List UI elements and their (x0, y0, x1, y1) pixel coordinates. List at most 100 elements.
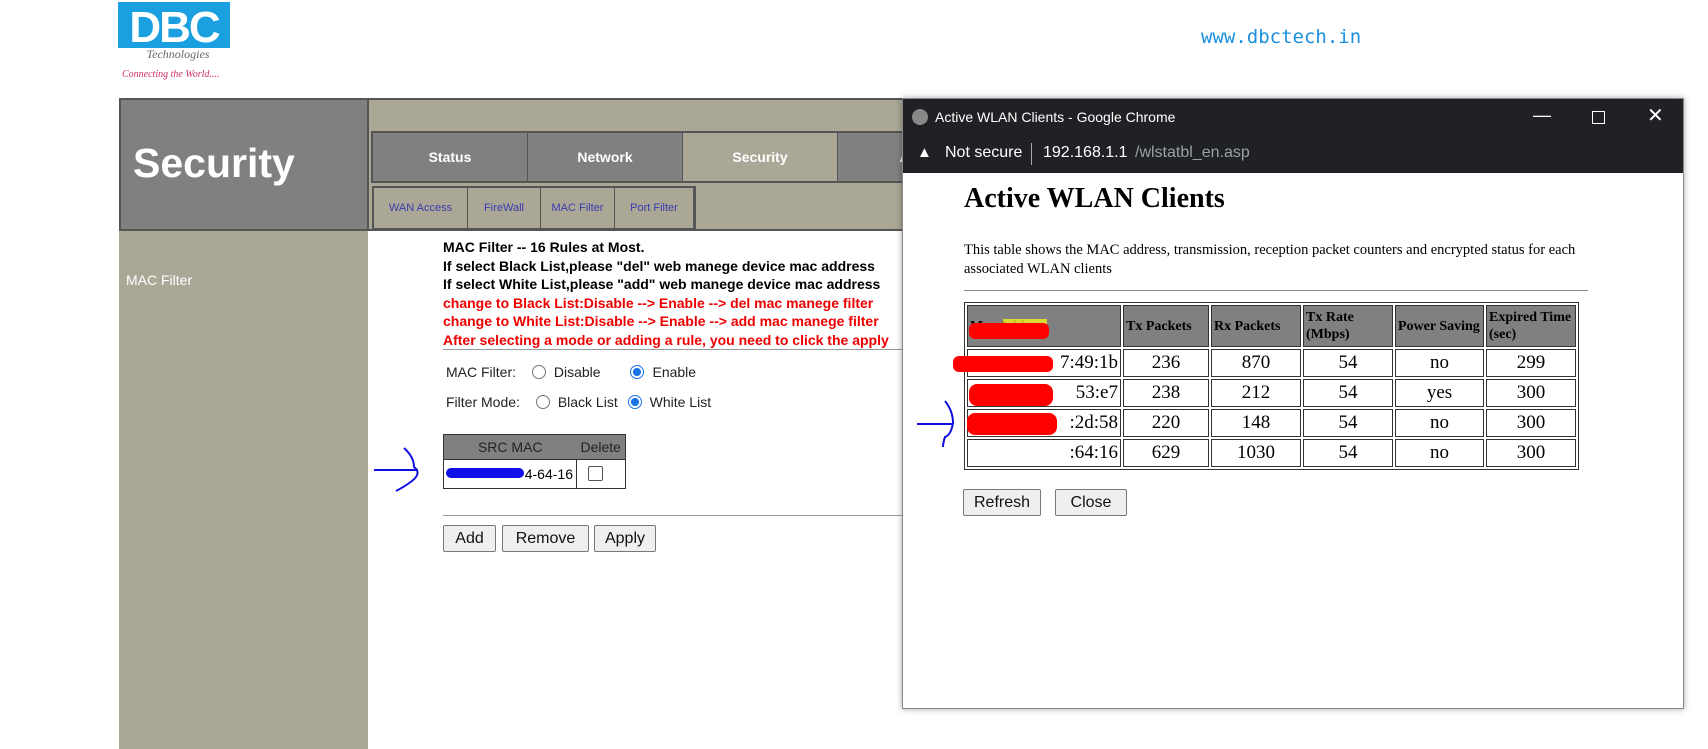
col-tx-packets: Tx Packets (1123, 305, 1209, 347)
tx-cell: 236 (1123, 349, 1209, 377)
filter-mode-label: Filter Mode: (446, 394, 520, 410)
mac-filter-label: MAC Filter: (446, 364, 516, 380)
mac-cell: :64:16 (967, 439, 1121, 467)
annotation-arrow-icon (374, 447, 419, 492)
table-row: 53:e7 238 212 54 yes 300 (967, 379, 1576, 407)
filter-mode-row: Filter Mode: Black List White List (446, 394, 711, 410)
divider (443, 515, 904, 516)
white-list-label: White List (649, 394, 712, 410)
redaction-mark (969, 323, 1049, 339)
page-title: Active WLAN Clients (964, 183, 1225, 214)
redaction-mark (446, 468, 524, 478)
maximize-icon[interactable] (1592, 111, 1605, 124)
black-list-radio[interactable] (535, 395, 550, 409)
nav-area: Status Network Security Appl WAN Access … (369, 98, 995, 231)
enable-label: Enable (652, 364, 697, 380)
black-list-label: Black List (557, 394, 618, 410)
url-path: /wlstatbl_en.asp (1135, 144, 1250, 161)
annotation-arrow-icon (917, 400, 955, 448)
tab-security[interactable]: Security (683, 133, 838, 181)
rate-cell: 54 (1303, 379, 1393, 407)
col-tx-rate: Tx Rate (Mbps) (1303, 305, 1393, 347)
expired-cell: 300 (1486, 379, 1576, 407)
subtab-port-filter[interactable]: Port Filter (615, 188, 694, 228)
rx-cell: 148 (1211, 409, 1301, 437)
redaction-mark (969, 384, 1053, 406)
rx-cell: 870 (1211, 349, 1301, 377)
divider (443, 349, 904, 350)
tab-status[interactable]: Status (373, 133, 528, 181)
rx-cell: 1030 (1211, 439, 1301, 467)
section-header: Security (119, 98, 369, 231)
expired-cell: 299 (1486, 349, 1576, 377)
url-host: 192.168.1.1 (1043, 144, 1128, 161)
tx-cell: 629 (1123, 439, 1209, 467)
note-line: After selecting a mode or adding a rule,… (443, 331, 889, 348)
warning-icon: ▲ (917, 144, 932, 161)
dbc-logo: DBC Technologies Connecting the World...… (118, 2, 253, 84)
wlan-clients-window: Active WLAN Clients - Google Chrome — ✕ … (902, 98, 1684, 709)
mac-filter-notes: MAC Filter -- 16 Rules at Most. If selec… (443, 238, 903, 349)
svg-text:Connecting the World....: Connecting the World.... (122, 69, 219, 80)
table-row: 7:49:1b 236 870 54 no 299 (967, 349, 1576, 377)
svg-text:Technologies: Technologies (147, 47, 210, 61)
disable-label: Disable (553, 364, 601, 380)
mac-rules-table: SRC MAC Delete 4-64-16 (443, 434, 626, 489)
power-cell: yes (1395, 379, 1484, 407)
subtab-mac-filter[interactable]: MAC Filter (541, 188, 615, 228)
sidebar-item-mac-filter[interactable]: MAC Filter (126, 272, 192, 288)
power-cell: no (1395, 439, 1484, 467)
security-label[interactable]: Not secure (945, 144, 1022, 162)
window-title: Active WLAN Clients - Google Chrome (935, 109, 1176, 125)
table-row: :64:16 629 1030 54 no 300 (967, 439, 1576, 467)
remove-button[interactable]: Remove (502, 525, 589, 552)
separator (1031, 143, 1032, 165)
page-description: This table shows the MAC address, transm… (964, 242, 1576, 277)
site-url[interactable]: www.dbctech.in (1201, 26, 1361, 48)
title-bar: Active WLAN Clients - Google Chrome — ✕ (903, 99, 1683, 136)
note-line: change to Black List:Disable --> Enable … (443, 294, 874, 311)
subtab-wan-access[interactable]: WAN Access (374, 188, 468, 228)
note-line: If select White List,please "add" web ma… (443, 276, 881, 292)
rate-cell: 54 (1303, 349, 1393, 377)
apply-button[interactable]: Apply (594, 525, 656, 552)
subtab-firewall[interactable]: FireWall (468, 188, 541, 228)
wlan-clients-table: Mac Address Tx Packets Rx Packets Tx Rat… (964, 302, 1579, 470)
rx-cell: 212 (1211, 379, 1301, 407)
address-bar[interactable]: ▲ Not secure 192.168.1.1 /wlstatbl_en.as… (903, 136, 1683, 173)
rate-cell: 54 (1303, 439, 1393, 467)
redaction-mark (953, 356, 1053, 372)
note-line: change to White List:Disable --> Enable … (443, 313, 879, 329)
mac-filter-row: MAC Filter: Disable Enable (446, 364, 696, 380)
col-power-saving: Power Saving (1395, 305, 1484, 347)
close-button[interactable]: Close (1055, 489, 1127, 516)
col-delete: Delete (576, 434, 626, 460)
tx-cell: 220 (1123, 409, 1209, 437)
globe-icon (912, 109, 928, 125)
section-title: Security (133, 140, 295, 186)
sidebar: MAC Filter (119, 231, 368, 749)
close-icon[interactable]: ✕ (1647, 103, 1664, 128)
svg-text:DBC: DBC (129, 3, 220, 52)
redaction-mark (967, 413, 1057, 435)
col-expired-time: Expired Time (sec) (1486, 305, 1576, 347)
disable-radio[interactable] (531, 365, 546, 379)
sub-tabs: WAN Access FireWall MAC Filter Port Filt… (372, 186, 696, 230)
expired-cell: 300 (1486, 439, 1576, 467)
enable-radio[interactable] (630, 365, 645, 379)
col-src-mac: SRC MAC (443, 434, 577, 460)
tab-network[interactable]: Network (528, 133, 683, 181)
power-cell: no (1395, 409, 1484, 437)
delete-checkbox[interactable] (588, 466, 603, 481)
rate-cell: 54 (1303, 409, 1393, 437)
power-cell: no (1395, 349, 1484, 377)
table-row: :2d:58 220 148 54 no 300 (967, 409, 1576, 437)
white-list-radio[interactable] (627, 395, 642, 409)
expired-cell: 300 (1486, 409, 1576, 437)
note-line: If select Black List,please "del" web ma… (443, 257, 875, 274)
refresh-button[interactable]: Refresh (963, 489, 1041, 516)
col-rx-packets: Rx Packets (1211, 305, 1301, 347)
divider (964, 290, 1588, 291)
add-button[interactable]: Add (443, 525, 496, 552)
minimize-icon[interactable]: — (1533, 105, 1551, 126)
